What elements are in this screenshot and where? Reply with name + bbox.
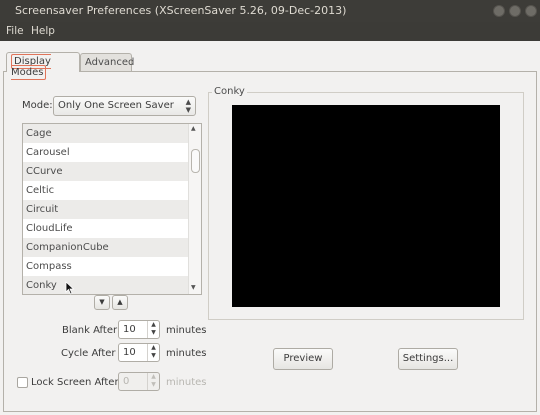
- mouse-pointer-icon: [65, 281, 75, 295]
- cycle-after-label: Cycle After: [61, 348, 116, 359]
- window-title: Screensaver Preferences (XScreenSaver 5.…: [15, 4, 347, 17]
- preview-button-label: Preview: [283, 353, 323, 364]
- cycle-after-value: 10: [123, 347, 136, 358]
- scroll-up-icon[interactable]: ▲: [191, 125, 196, 132]
- blank-after-spinner[interactable]: 10 ▲ ▼: [118, 320, 160, 339]
- list-item[interactable]: CCurve: [23, 162, 190, 181]
- xscreensaver-window: Screensaver Preferences (XScreenSaver 5.…: [0, 0, 540, 415]
- spinner-arrows-icon[interactable]: ▲ ▼: [147, 321, 159, 338]
- title-bar: Screensaver Preferences (XScreenSaver 5.…: [0, 0, 540, 22]
- settings-button[interactable]: Settings...: [398, 348, 458, 370]
- mode-select[interactable]: Only One Screen Saver ▲ ▼: [53, 96, 196, 116]
- lock-screen-value: 0: [123, 376, 130, 387]
- blank-after-label: Blank After: [62, 325, 118, 336]
- preview-display: [232, 105, 500, 307]
- list-item[interactable]: Cage: [23, 124, 190, 143]
- tab-display-modes-label: Display Modes: [11, 54, 51, 80]
- settings-button-label: Settings...: [402, 353, 454, 364]
- tab-advanced-label: Advanced: [85, 57, 135, 68]
- maximize-icon[interactable]: [509, 5, 521, 17]
- screensaver-list[interactable]: Cage Carousel CCurve Celtic Circuit Clou…: [22, 123, 202, 295]
- arrow-down-icon: ▼: [99, 298, 105, 306]
- lock-screen-spinner[interactable]: 0 ▲ ▼: [118, 372, 160, 391]
- spinner-arrows-icon[interactable]: ▲ ▼: [147, 344, 159, 361]
- menu-help[interactable]: Help: [31, 25, 55, 37]
- move-down-button[interactable]: ▼: [94, 295, 110, 310]
- combo-arrows-icon: ▲ ▼: [185, 98, 191, 114]
- preview-frame-title: Conky: [212, 86, 247, 97]
- close-icon[interactable]: [525, 5, 537, 17]
- list-item[interactable]: CompanionCube: [23, 238, 190, 257]
- lock-screen-unit: minutes: [166, 377, 207, 388]
- list-item[interactable]: Carousel: [23, 143, 190, 162]
- cycle-after-unit: minutes: [166, 348, 207, 359]
- blank-after-value: 10: [123, 324, 136, 335]
- mode-select-value: Only One Screen Saver: [58, 100, 174, 111]
- tab-advanced[interactable]: Advanced: [80, 53, 135, 71]
- lock-screen-checkbox[interactable]: [17, 377, 28, 388]
- menu-bar: File Help: [0, 22, 540, 41]
- tab-display-modes[interactable]: Display Modes: [6, 52, 80, 80]
- list-scrollbar[interactable]: ▲ ▼: [188, 124, 201, 294]
- list-item[interactable]: Celtic: [23, 181, 190, 200]
- list-item[interactable]: Compass: [23, 257, 190, 276]
- list-item[interactable]: Circuit: [23, 200, 190, 219]
- cycle-after-spinner[interactable]: 10 ▲ ▼: [118, 343, 160, 362]
- blank-after-unit: minutes: [166, 325, 207, 336]
- arrow-up-icon: ▲: [117, 298, 123, 306]
- list-item[interactable]: CloudLife: [23, 219, 190, 238]
- move-up-button[interactable]: ▲: [112, 295, 128, 310]
- lock-screen-label: Lock Screen After: [31, 377, 119, 388]
- list-item-selected[interactable]: Conky: [23, 276, 190, 294]
- menu-file[interactable]: File: [6, 25, 24, 37]
- scroll-down-icon[interactable]: ▼: [191, 284, 196, 291]
- spinner-arrows-icon[interactable]: ▲ ▼: [147, 373, 159, 390]
- scroll-thumb[interactable]: [191, 149, 200, 173]
- mode-label: Mode:: [22, 100, 53, 111]
- minimize-icon[interactable]: [493, 5, 505, 17]
- preview-button[interactable]: Preview: [273, 348, 333, 370]
